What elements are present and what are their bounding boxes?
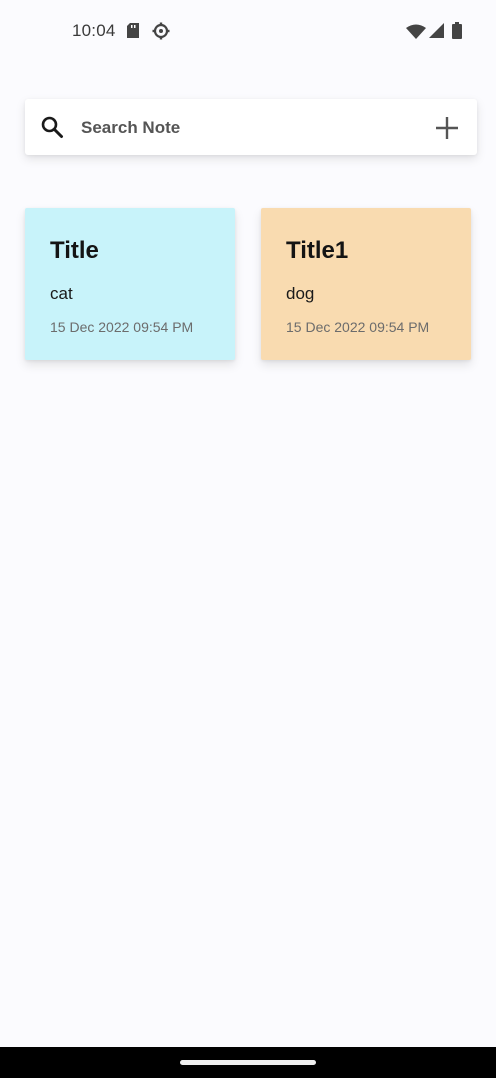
notes-screen: 10:04 Search Note Title cat 15 Dec 2022 …: [0, 0, 496, 1078]
note-date: 15 Dec 2022 09:54 PM: [50, 319, 194, 335]
note-title: Title1: [286, 237, 349, 264]
note-card[interactable]: Title cat 15 Dec 2022 09:54 PM: [25, 208, 235, 360]
battery-icon: [452, 22, 462, 44]
note-card[interactable]: Title1 dog 15 Dec 2022 09:54 PM: [261, 208, 471, 360]
note-title: Title: [50, 237, 99, 264]
navigation-bar: [0, 1047, 496, 1078]
note-body: cat: [50, 284, 73, 303]
search-icon[interactable]: [40, 115, 64, 144]
add-note-button[interactable]: [431, 112, 463, 144]
cell-signal-icon: [429, 23, 444, 43]
note-date: 15 Dec 2022 09:54 PM: [286, 319, 430, 335]
sd-card-icon: [127, 23, 139, 43]
search-bar[interactable]: Search Note: [25, 99, 477, 155]
wifi-icon: [406, 24, 426, 44]
home-handle[interactable]: [180, 1060, 316, 1065]
settings-gear-icon: [152, 22, 170, 45]
plus-icon[interactable]: [431, 112, 463, 144]
status-time: 10:04: [72, 21, 116, 40]
search-input[interactable]: Search Note: [81, 118, 180, 138]
note-body: dog: [286, 284, 315, 303]
status-bar: 10:04: [0, 0, 496, 62]
